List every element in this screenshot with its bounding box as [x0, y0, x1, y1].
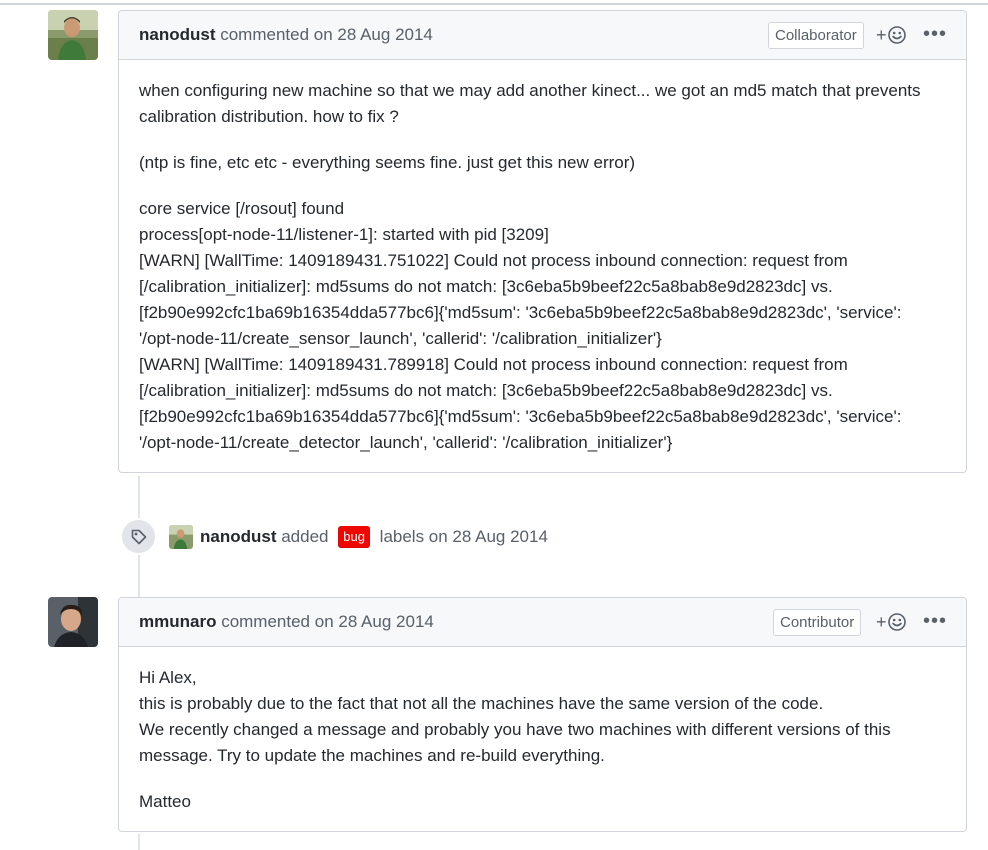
comment-text-line: core service [/rosout] found	[139, 199, 345, 218]
comment-paragraph: (ntp is fine, etc etc - everything seems…	[139, 150, 946, 176]
avatar-nanodust-small[interactable]	[169, 524, 193, 549]
comment-paragraph: Matteo	[139, 789, 946, 815]
avatar-mmunaro[interactable]	[48, 597, 98, 647]
comment-text-line: [f2b90e992cfc1ba69b16354dda577bc6]{'md5s…	[139, 303, 902, 322]
comment-paragraph: Hi Alex, this is probably due to the fact…	[139, 665, 946, 769]
comment-text-line: when configuring new machine so that we …	[139, 81, 921, 100]
comment-text-line: process[opt-node-11/listener-1]: started…	[139, 225, 549, 244]
avatar-nanodust[interactable]	[48, 10, 98, 60]
role-badge: Collaborator	[768, 22, 864, 49]
comment-text-line: calibration distribution. how to fix ?	[139, 107, 399, 126]
plus-glyph: +	[876, 25, 887, 45]
comment-text-line: (ntp is fine, etc etc - everything seems…	[139, 153, 636, 172]
comment-text-line: '/opt-node-11/create_sensor_launch', 'ca…	[139, 329, 662, 348]
comment-meta: nanodust commented on 28 Aug 2014	[139, 25, 433, 45]
comment-meta: mmunaro commented on 28 Aug 2014	[139, 612, 434, 632]
timeline-line-2	[138, 834, 140, 850]
author-link[interactable]: mmunaro	[139, 612, 216, 631]
event-timestamp[interactable]: labels on 28 Aug 2014	[375, 527, 548, 547]
smiley-icon	[887, 613, 906, 631]
comment-text-line: [WARN] [WallTime: 1409189431.789918] Cou…	[139, 355, 848, 374]
comment-timestamp[interactable]: commented on 28 Aug 2014	[216, 25, 433, 44]
label-event: nanodust added bug labels on 28 Aug 2014	[120, 518, 548, 555]
comment-card-1: nanodust commented on 28 Aug 2014 Collab…	[118, 10, 967, 473]
event-action: added	[276, 526, 334, 546]
comment-text-line: Matteo	[139, 792, 191, 811]
comment-text-line: [f2b90e992cfc1ba69b16354dda577bc6]{'md5s…	[139, 407, 902, 426]
comment-text-line: [WARN] [WallTime: 1409189431.751022] Cou…	[139, 251, 848, 270]
add-reaction-button[interactable]: +	[876, 24, 906, 46]
author-link[interactable]: nanodust	[139, 25, 216, 44]
comment-text-line: message. Try to update the machines and …	[139, 746, 605, 765]
more-options-button[interactable]: •••	[923, 23, 947, 45]
comment-timestamp[interactable]: commented on 28 Aug 2014	[216, 612, 434, 631]
comment-text-line: We recently changed a message and probab…	[139, 720, 891, 739]
bug-label[interactable]: bug	[338, 525, 370, 548]
more-options-button[interactable]: •••	[923, 610, 947, 632]
comment-body: Hi Alex, this is probably due to the fact…	[119, 647, 966, 831]
comment-header: mmunaro commented on 28 Aug 2014 Contrib…	[119, 598, 966, 647]
tag-icon	[120, 518, 157, 555]
role-badge: Contributor	[773, 609, 862, 636]
event-text: nanodust added bug labels on 28 Aug 2014	[200, 525, 548, 548]
comment-card-2: mmunaro commented on 28 Aug 2014 Contrib…	[118, 597, 967, 832]
comment-paragraph: core service [/rosout] found process[opt-…	[139, 196, 946, 456]
comment-text-line: '/opt-node-11/create_detector_launch', '…	[139, 433, 673, 452]
comment-text-line: Hi Alex,	[139, 668, 197, 687]
comment-header: nanodust commented on 28 Aug 2014 Collab…	[119, 11, 966, 60]
plus-glyph: +	[876, 612, 887, 632]
comment-text-line: [/calibration_initializer]: md5sums do n…	[139, 277, 833, 296]
comment-text-line: this is probably due to the fact that no…	[139, 694, 824, 713]
top-divider	[0, 3, 988, 5]
comment-paragraph: when configuring new machine so that we …	[139, 78, 946, 130]
author-link[interactable]: nanodust	[200, 527, 277, 547]
comment-text-line: [/calibration_initializer]: md5sums do n…	[139, 381, 833, 400]
smiley-icon	[887, 26, 906, 44]
add-reaction-button[interactable]: +	[876, 611, 906, 633]
comment-body: when configuring new machine so that we …	[119, 60, 966, 472]
